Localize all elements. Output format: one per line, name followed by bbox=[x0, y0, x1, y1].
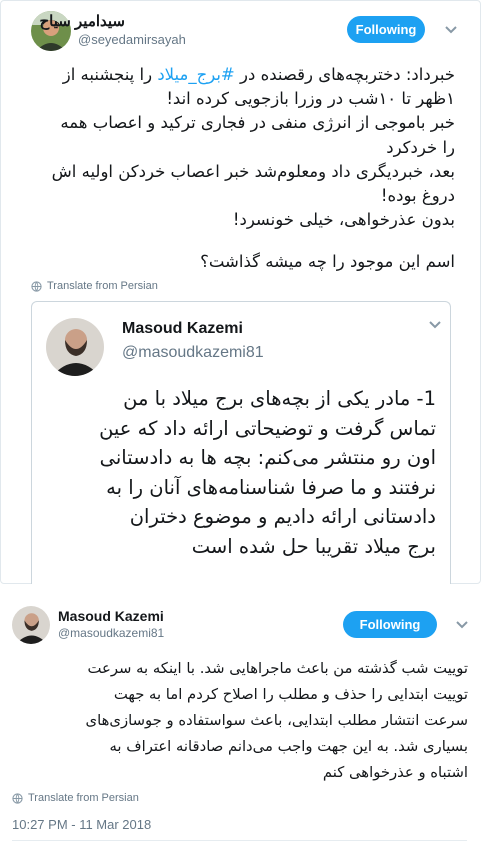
quoted-author-handle[interactable]: @masoudkazemi81 bbox=[122, 344, 264, 362]
divider bbox=[12, 840, 467, 841]
bottom-text-line: بسیاری شد. به این جهت واجب می‌دانم صادقا… bbox=[109, 738, 469, 755]
top-author-name[interactable]: سیدامیر سیاح bbox=[40, 12, 126, 30]
chevron-down-icon[interactable] bbox=[428, 320, 442, 330]
top-text-line: ۱ظهر تا ۱۰شب در وزرا بازجویی کرده اند! bbox=[166, 89, 455, 109]
bottom-author-handle[interactable]: @masoudkazemi81 bbox=[58, 626, 164, 640]
top-tweet-text: خبرداد: دختربچه‌های رقصنده در #برج_میلاد… bbox=[27, 63, 455, 275]
quoted-text-line: نرفتند و ما صرفا شناسنامه‌های آنان را به bbox=[106, 475, 436, 499]
top-text-line: خبرداد: دختربچه‌های رقصنده در #برج_میلاد… bbox=[62, 65, 455, 84]
tweet-timestamp[interactable]: 10:27 PM - 11 Mar 2018 bbox=[12, 817, 151, 832]
top-text-line: را خردکرد bbox=[386, 137, 455, 157]
top-translate-label[interactable]: Translate from Persian bbox=[47, 280, 158, 292]
chevron-down-icon[interactable] bbox=[455, 620, 469, 630]
quoted-tweet[interactable]: Masoud Kazemi @masoudkazemi81 1- مادر یک… bbox=[31, 301, 451, 591]
top-text-line: خبر باموجی از انرژی منفی در فجاری ترکید … bbox=[60, 113, 455, 133]
quoted-text-line: تماس گرفت و توضیحاتی ارائه داد که عین bbox=[99, 416, 436, 440]
bottom-following-button[interactable]: Following bbox=[343, 611, 437, 638]
top-tweet-card: سیدامیر سیاح @seyedamirsayah Following خ… bbox=[0, 0, 481, 591]
quoted-tweet-text: 1- مادر یکی از بچه‌های برج میلاد با من ت… bbox=[46, 384, 436, 561]
bottom-translate-link[interactable]: Translate from Persian bbox=[12, 792, 139, 804]
bottom-author-name[interactable]: Masoud Kazemi bbox=[58, 608, 164, 624]
quoted-author-avatar[interactable] bbox=[46, 318, 104, 376]
hashtag-link[interactable]: #برج_میلاد bbox=[157, 65, 234, 84]
top-following-button[interactable]: Following bbox=[347, 16, 425, 43]
top-text-line: دروغ بوده! bbox=[380, 186, 455, 206]
quoted-text-line: دادستانی ارائه دادیم و موضوع دختران bbox=[129, 505, 436, 528]
bottom-text-line: اشتباه و عذرخواهی کنم bbox=[322, 764, 468, 781]
bottom-tweet-card: Masoud Kazemi @masoudkazemi81 Following … bbox=[0, 596, 481, 842]
top-text-line: اسم این موجود را چه میشه گذاشت؟ bbox=[200, 252, 455, 272]
screenshot-separator bbox=[0, 584, 481, 596]
quoted-text-line: اون رو منتشر می‌کنم: بچه ها به دادستانی bbox=[99, 446, 436, 469]
top-text-line: بدون عذرخواهی، خیلی خونسرد! bbox=[232, 210, 455, 230]
chevron-down-icon[interactable] bbox=[444, 25, 458, 35]
quoted-author-name[interactable]: Masoud Kazemi bbox=[122, 320, 243, 338]
top-text-line bbox=[27, 232, 455, 250]
avatar-photo-icon bbox=[12, 606, 50, 644]
globe-icon bbox=[12, 792, 23, 804]
top-author-handle[interactable]: @seyedamirsayah bbox=[78, 32, 186, 47]
globe-icon bbox=[31, 280, 42, 292]
quoted-text-line: برج میلاد تقریبا حل شده است bbox=[191, 534, 436, 558]
quoted-text-line: 1- مادر یکی از بچه‌های برج میلاد با من bbox=[123, 387, 436, 410]
bottom-translate-label[interactable]: Translate from Persian bbox=[28, 792, 139, 804]
top-translate-link[interactable]: Translate from Persian bbox=[31, 280, 158, 292]
bottom-text-line: سرعت انتشار مطلب ابتدایی، باعث سواستفاده… bbox=[85, 712, 469, 729]
bottom-text-line: توییت ابتدایی را حذف و مطلب را اصلاح کرد… bbox=[113, 686, 468, 703]
top-text-line: بعد، خبردیگری داد ومعلوم‌شد خبر اعصاب خر… bbox=[51, 161, 455, 181]
avatar-photo-icon bbox=[46, 318, 104, 376]
bottom-tweet-text: توییت شب گذشته من باعث ماجراهایی شد. با … bbox=[12, 656, 469, 786]
bottom-text-line: توییت شب گذشته من باعث ماجراهایی شد. با … bbox=[87, 660, 468, 677]
bottom-author-avatar[interactable] bbox=[12, 606, 50, 644]
